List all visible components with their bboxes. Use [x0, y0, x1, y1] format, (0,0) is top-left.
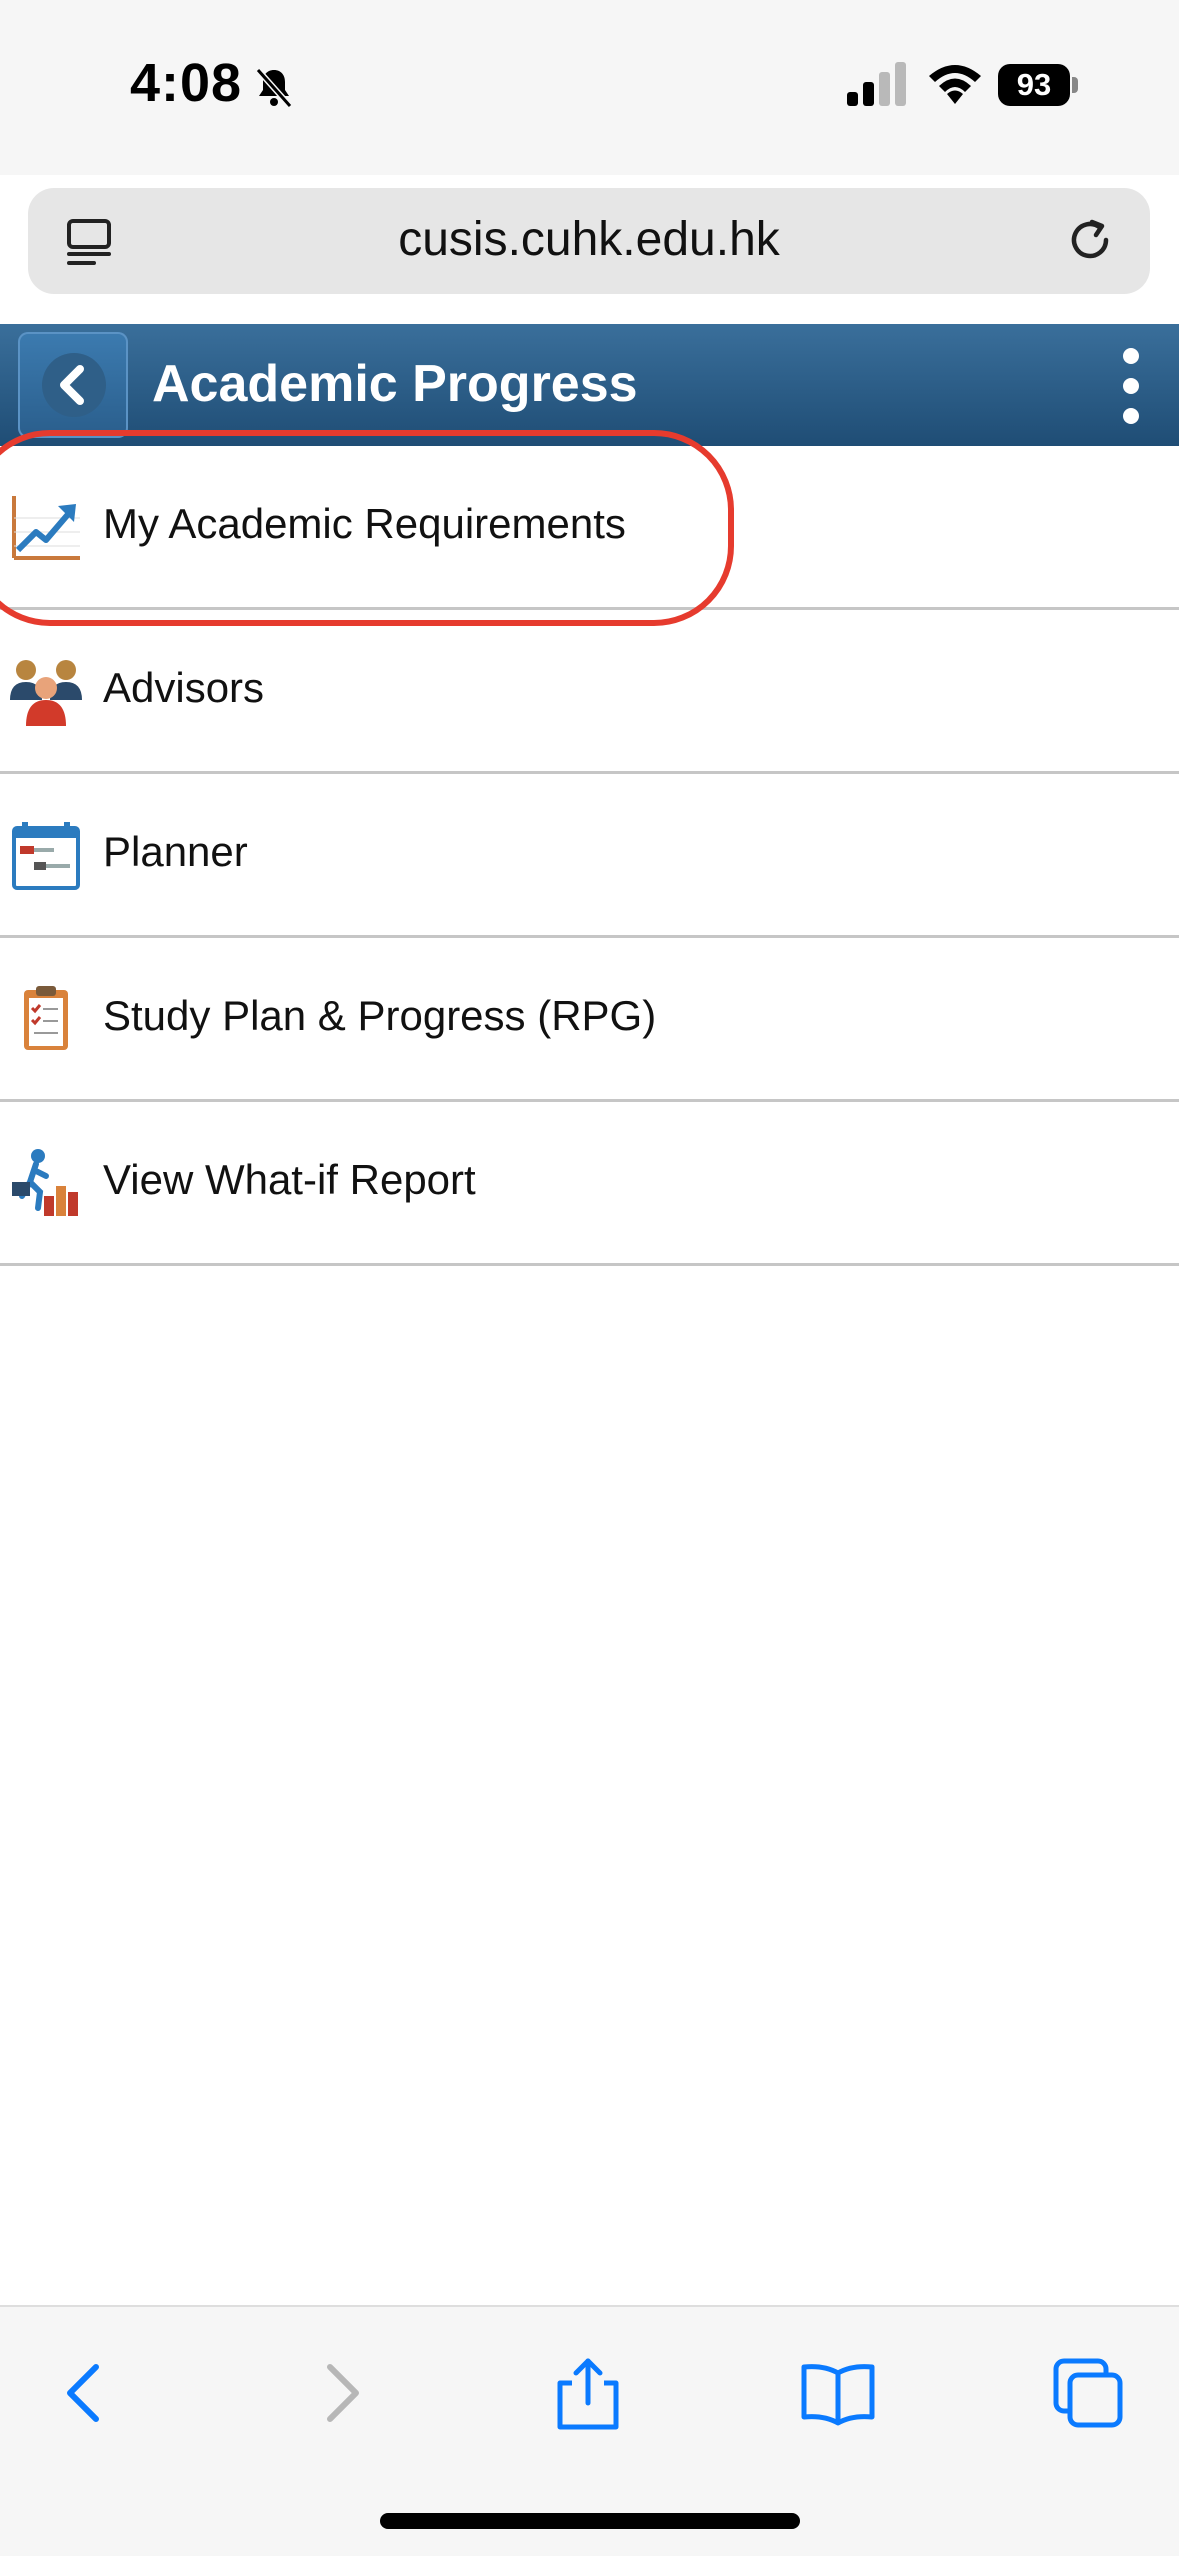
battery-nub [1072, 77, 1078, 93]
reload-icon[interactable] [1062, 212, 1118, 268]
battery-icon: 93 [998, 64, 1078, 106]
silent-bell-icon [255, 68, 293, 108]
address-bar[interactable]: cusis.cuhk.edu.hk [28, 188, 1150, 294]
back-arrow-icon[interactable] [48, 2353, 128, 2433]
menu-item-label: My Academic Requirements [103, 500, 626, 547]
advisors-icon [10, 660, 82, 726]
screen: 4:08 93 cusis.cuhk.edu.hk Academic Progr… [0, 0, 1179, 2556]
calendar-planner-icon [12, 822, 80, 890]
chart-trend-icon [12, 496, 80, 560]
wifi-icon [929, 65, 981, 104]
menu-item-my-academic-requirements[interactable]: My Academic Requirements [0, 446, 1179, 610]
menu-item-advisors[interactable]: Advisors [0, 610, 1179, 774]
menu-item-what-if-report[interactable]: View What-if Report [0, 1102, 1179, 1266]
cellular-signal-icon [847, 62, 906, 106]
battery-level: 93 [998, 64, 1070, 106]
url-text[interactable]: cusis.cuhk.edu.hk [28, 212, 1150, 267]
bookmarks-icon[interactable] [798, 2353, 878, 2433]
tabs-icon[interactable] [1048, 2353, 1128, 2433]
forward-arrow-icon[interactable] [300, 2353, 380, 2433]
page-title: Academic Progress [152, 355, 638, 413]
more-options-icon[interactable] [1119, 346, 1143, 426]
menu-list: My Academic Requirements Advisors Planne… [0, 446, 1179, 1266]
chevron-left-icon [60, 365, 84, 405]
menu-item-label: Planner [103, 828, 248, 875]
menu-item-planner[interactable]: Planner [0, 774, 1179, 938]
home-indicator [380, 2513, 800, 2529]
clipboard-checklist-icon [24, 986, 68, 1050]
menu-item-label: Advisors [103, 664, 265, 711]
what-if-report-icon [12, 1149, 78, 1216]
back-button[interactable] [18, 332, 128, 438]
menu-item-label: View What-if Report [103, 1156, 476, 1203]
menu-item-study-plan-progress[interactable]: Study Plan & Progress (RPG) [0, 938, 1179, 1102]
status-time: 4:08 [130, 53, 243, 113]
menu-item-label: Study Plan & Progress (RPG) [103, 992, 657, 1039]
status-bar: 4:08 93 [0, 0, 1179, 175]
share-icon[interactable] [548, 2353, 628, 2433]
app-header: Academic Progress [0, 324, 1179, 448]
